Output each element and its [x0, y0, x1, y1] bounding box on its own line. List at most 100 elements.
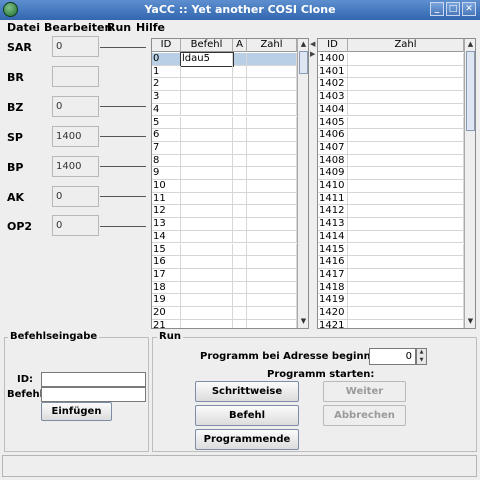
table-row[interactable]: 1408 — [318, 154, 464, 168]
cell-zahl[interactable] — [247, 53, 297, 66]
cell-zahl[interactable] — [348, 192, 464, 206]
cell-id[interactable]: 11 — [152, 192, 181, 206]
cell-zahl[interactable] — [247, 205, 297, 219]
table-row[interactable]: 1417 — [318, 268, 464, 282]
table-row[interactable]: 12 — [152, 205, 297, 219]
cell-befehl[interactable] — [181, 65, 233, 79]
cell-id[interactable]: 1418 — [318, 281, 348, 295]
table-row[interactable]: 1421 — [318, 319, 464, 328]
table-row[interactable]: 1412 — [318, 205, 464, 219]
table-row[interactable]: 19 — [152, 294, 297, 307]
table-row[interactable]: 1418 — [318, 281, 464, 295]
cell-a[interactable] — [233, 205, 247, 219]
table-row[interactable]: 1406 — [318, 129, 464, 142]
cell-a[interactable] — [233, 65, 247, 79]
cell-a[interactable] — [233, 192, 247, 206]
menu-datei[interactable]: Datei — [7, 21, 40, 34]
program-table[interactable]: ID Befehl A Zahl 0 ldau5 1 2 3 4 5 6 7 8 9 10 11 12 13… — [151, 38, 309, 329]
minimize-button[interactable]: _ — [430, 2, 444, 16]
table-row[interactable]: 10 — [152, 180, 297, 193]
column-header-befehl[interactable]: Befehl — [181, 39, 233, 52]
cell-befehl[interactable] — [181, 154, 233, 168]
cell-zahl[interactable] — [247, 141, 297, 155]
table-row[interactable]: 4 — [152, 103, 297, 117]
cell-befehl[interactable] — [181, 268, 233, 282]
scroll-thumb[interactable] — [299, 51, 308, 74]
cell-id[interactable]: 13 — [152, 218, 181, 231]
command-button[interactable]: Befehl — [195, 405, 299, 426]
cell-befehl[interactable] — [181, 294, 233, 307]
cell-a[interactable] — [233, 230, 247, 244]
spin-up-icon[interactable]: ▲ — [417, 349, 426, 357]
cell-id[interactable]: 6 — [152, 129, 181, 142]
table-row[interactable]: 1409 — [318, 167, 464, 180]
table-row[interactable]: 9 — [152, 167, 297, 180]
cell-id[interactable]: 1409 — [318, 167, 348, 180]
cell-id[interactable]: 1404 — [318, 103, 348, 117]
cell-a[interactable] — [233, 281, 247, 295]
cell-a[interactable] — [233, 319, 247, 328]
cell-zahl[interactable] — [348, 256, 464, 269]
start-address-spinner[interactable]: ▲ ▼ — [416, 348, 427, 365]
cell-zahl[interactable] — [348, 103, 464, 117]
cell-a[interactable] — [233, 243, 247, 257]
cell-id[interactable]: 1413 — [318, 218, 348, 231]
cell-id[interactable]: 1 — [152, 65, 181, 79]
table-row[interactable]: 5 — [152, 116, 297, 130]
cell-befehl[interactable] — [181, 103, 233, 117]
cell-id[interactable]: 0 — [152, 53, 181, 66]
cell-zahl[interactable] — [247, 319, 297, 328]
column-header-id[interactable]: ID — [152, 39, 181, 52]
cell-zahl[interactable] — [247, 294, 297, 307]
cell-zahl[interactable] — [348, 243, 464, 257]
cell-id[interactable]: 5 — [152, 116, 181, 130]
cell-a[interactable] — [233, 268, 247, 282]
cell-befehl[interactable] — [181, 167, 233, 180]
cell-id[interactable]: 1405 — [318, 116, 348, 130]
cell-id[interactable]: 15 — [152, 243, 181, 257]
cell-id[interactable]: 7 — [152, 141, 181, 155]
cell-befehl[interactable] — [181, 192, 233, 206]
befehl-input[interactable] — [41, 387, 146, 402]
cell-zahl[interactable] — [348, 78, 464, 92]
scroll-up-icon[interactable]: ▲ — [298, 39, 308, 50]
memory-table[interactable]: ID Zahl 1400 1401 1402 1403 1404 1405 1406 1407… — [317, 38, 476, 329]
cell-a[interactable] — [233, 141, 247, 155]
split-right-icon[interactable]: ▶ — [310, 50, 315, 58]
cell-befehl[interactable] — [181, 116, 233, 130]
cell-zahl[interactable] — [247, 230, 297, 244]
menu-hilfe[interactable]: Hilfe — [136, 21, 165, 34]
table-row[interactable]: 7 — [152, 141, 297, 155]
cell-zahl[interactable] — [348, 65, 464, 79]
program-table-scrollbar[interactable]: ▲ ▼ — [297, 39, 308, 328]
cell-a[interactable] — [233, 294, 247, 307]
cell-a[interactable] — [233, 129, 247, 142]
table-row[interactable]: 1404 — [318, 103, 464, 117]
column-header-zahl[interactable]: Zahl — [247, 39, 297, 52]
cell-id[interactable]: 2 — [152, 78, 181, 92]
cell-zahl[interactable] — [348, 167, 464, 180]
table-row[interactable]: 1403 — [318, 91, 464, 104]
cell-befehl[interactable] — [181, 307, 233, 320]
table-row[interactable]: 1413 — [318, 218, 464, 231]
table-row[interactable]: 1402 — [318, 78, 464, 92]
table-row[interactable]: 1411 — [318, 192, 464, 206]
cell-zahl[interactable] — [247, 116, 297, 130]
spin-down-icon[interactable]: ▼ — [417, 357, 426, 365]
table-row[interactable]: 1416 — [318, 256, 464, 269]
cell-zahl[interactable] — [348, 268, 464, 282]
table-row[interactable]: 15 — [152, 243, 297, 257]
cell-befehl[interactable] — [181, 141, 233, 155]
cell-zahl[interactable] — [247, 78, 297, 92]
table-row[interactable]: 1407 — [318, 141, 464, 155]
maximize-button[interactable]: □ — [446, 2, 460, 16]
cell-zahl[interactable] — [348, 218, 464, 231]
cell-id[interactable]: 10 — [152, 180, 181, 193]
table-row[interactable]: 1405 — [318, 116, 464, 130]
start-address-input[interactable]: 0 — [369, 348, 416, 365]
table-row[interactable]: 1401 — [318, 65, 464, 79]
insert-button[interactable]: Einfügen — [41, 402, 112, 421]
cell-id[interactable]: 1406 — [318, 129, 348, 142]
cell-id[interactable]: 1420 — [318, 307, 348, 320]
cell-id[interactable]: 17 — [152, 268, 181, 282]
